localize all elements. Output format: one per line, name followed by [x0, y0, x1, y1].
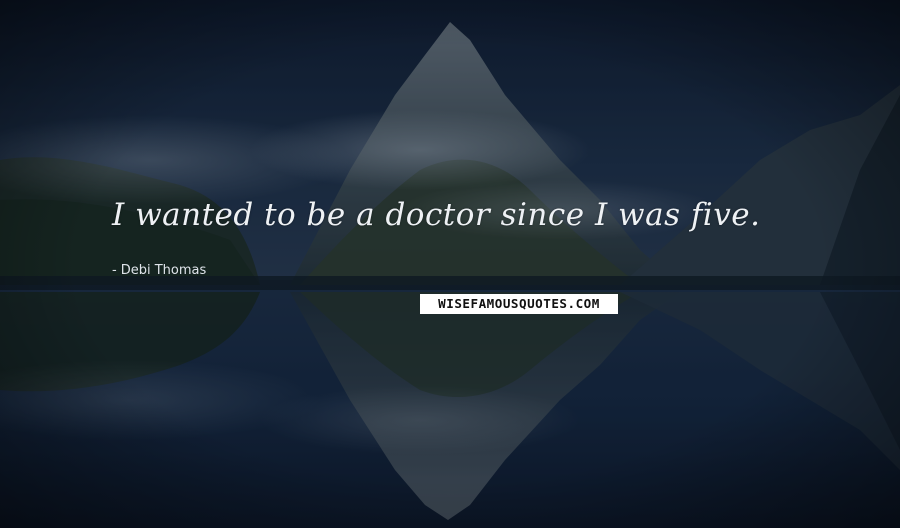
quote-author: - Debi Thomas	[112, 263, 206, 278]
quote-text: I wanted to be a doctor since I was five…	[112, 197, 761, 233]
quote-card: I wanted to be a doctor since I was five…	[0, 0, 900, 528]
author-name: Debi Thomas	[120, 263, 207, 278]
brand-logo: WISEFAMOUSQUOTES.COM	[420, 294, 618, 314]
author-dash: -	[112, 263, 117, 278]
